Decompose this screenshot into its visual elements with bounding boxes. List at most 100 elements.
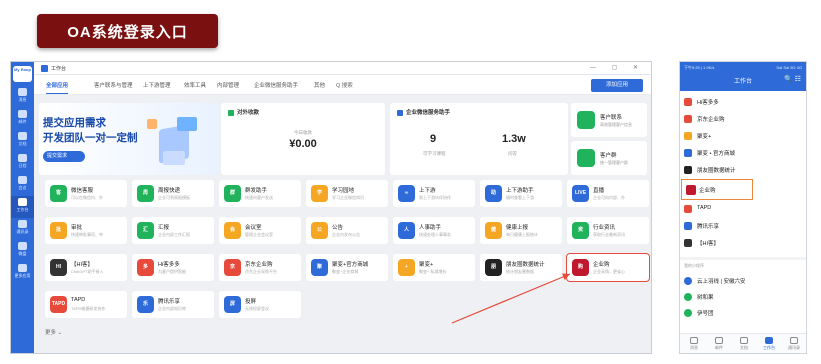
- app-tile[interactable]: ∞ 上下游 和上下游伙伴协作: [393, 180, 475, 207]
- meeting-icon: [18, 176, 27, 184]
- app-icon: HI: [50, 259, 67, 276]
- app-tile[interactable]: 资行业资讯 获取行业最新资讯: [567, 217, 649, 244]
- mobile-nav-2[interactable]: 文档: [732, 337, 756, 351]
- app-tile[interactable]: 多 Hi客多多 为客户提供智能: [132, 254, 214, 281]
- mobile-app-item[interactable]: TAPD: [680, 202, 806, 215]
- rail-label: 日程: [18, 163, 27, 168]
- nav-label: 通讯录: [788, 345, 800, 350]
- app-tile[interactable]: 学学习园地 学习企业微信知识: [306, 180, 388, 207]
- mini-program-item[interactable]: 云上羽线 | 安徽六安: [680, 274, 806, 287]
- tab-1[interactable]: 客户联系与管理: [94, 81, 133, 89]
- app-tile[interactable]: 群群发助手 快速向客户发送: [219, 180, 301, 207]
- wecom-icon: [577, 111, 595, 129]
- app-tile[interactable]: 批审批 快速审批事项、申: [45, 217, 127, 244]
- mobile-nav-1[interactable]: 邮件: [707, 337, 731, 351]
- rail-item-4[interactable]: 会议: [11, 174, 34, 196]
- app-tile[interactable]: 会会议室 管理企业会议室: [219, 217, 301, 244]
- rail-item-2[interactable]: 文档: [11, 130, 34, 152]
- mini-program-item[interactable]: 伊号团: [680, 306, 806, 319]
- app-tile[interactable]: 汇汇报 企业内部工作汇报: [132, 217, 214, 244]
- app-tile[interactable]: 购企业购 企业采购，更省心: [566, 253, 650, 282]
- rail-item-8[interactable]: 更多应用: [11, 262, 34, 284]
- side-app-1[interactable]: 客户群 统一管理客户群: [571, 141, 647, 175]
- side-app-name: 客户联系: [600, 115, 623, 121]
- mobile-app-item[interactable]: 聚变 • 官方商城: [680, 146, 806, 159]
- app-desc: 管理企业会议室: [245, 232, 273, 237]
- mobile-nav-4[interactable]: 通讯录: [782, 337, 806, 351]
- add-app-button[interactable]: 添加应用: [591, 79, 643, 92]
- app-icon: 周: [137, 185, 154, 202]
- mobile-app-item[interactable]: 企业购: [681, 179, 753, 200]
- service-assistant-card[interactable]: 企业微信服务助手 9 可学习课程 1.3w 问答: [390, 103, 568, 175]
- app-tile[interactable]: TAPD TAPD TAPD敏捷研发协作: [45, 291, 127, 318]
- mobile-app-item[interactable]: 腾讯乐享: [680, 219, 806, 232]
- app-name: 审批: [71, 225, 83, 231]
- app-tile[interactable]: 聚聚变+官方商城 聚变+企业商城: [306, 254, 388, 281]
- app-name: 公告: [332, 225, 344, 231]
- tab-2[interactable]: 上下游管理: [143, 81, 171, 89]
- app-tile[interactable]: 周周报快递 企业可到周报模板: [132, 180, 214, 207]
- mobile-app-name: 京东企业购: [697, 117, 725, 123]
- tab-3[interactable]: 效率工具: [184, 81, 206, 89]
- app-tile[interactable]: 公公告 企业内发布公告: [306, 217, 388, 244]
- app-desc: 企业内部知识库: [158, 306, 186, 311]
- rail-item-3[interactable]: 日程: [11, 152, 34, 174]
- app-tile[interactable]: 客微信客服 可以在微信内、外: [45, 180, 127, 207]
- app-tile[interactable]: 助上下游助手 随时查看上下游: [480, 180, 562, 207]
- app-tile[interactable]: 京京东企业购 京东企业采购平台: [219, 254, 301, 281]
- tab-6[interactable]: 其他: [314, 81, 325, 89]
- search-icon[interactable]: 🔍 ☷: [784, 75, 801, 83]
- app-icon: 人: [398, 222, 415, 239]
- service-title: 企业微信服务助手: [406, 110, 451, 116]
- app-icon: 汇: [137, 222, 154, 239]
- window-controls[interactable]: — ▢ ✕: [590, 64, 645, 71]
- submit-request-button[interactable]: 提交需求: [43, 151, 85, 162]
- app-name: 投屏: [245, 299, 257, 305]
- mini-program-item[interactable]: 树和果: [680, 290, 806, 303]
- app-tile[interactable]: 乐腾讯乐享 企业内部知识库: [132, 291, 214, 318]
- app-tile[interactable]: 健健康上报 每日健康上报统计: [480, 217, 562, 244]
- mobile-app-item[interactable]: 京东企业购: [680, 112, 806, 125]
- custom-dev-banner[interactable]: 提交应用需求 开发团队一对一定制 提交需求: [39, 103, 219, 175]
- app-tile[interactable]: LIVE 直播 企业可向内部、外: [567, 180, 649, 207]
- slide-title: OA系统登录入口: [37, 14, 218, 48]
- banner-line2: 开发团队一对一定制: [43, 132, 138, 144]
- mobile-app-item[interactable]: 朋友圈数据统计: [680, 163, 806, 176]
- app-desc: 企业内部工作汇报: [158, 232, 190, 237]
- side-app-0[interactable]: 客户联系 高效管理客户信息: [571, 103, 647, 137]
- app-tile[interactable]: HI 【HI客】 ChatGPT助手接入: [45, 254, 127, 281]
- search-button[interactable]: Q 搜索: [336, 81, 353, 89]
- receipts-title: 对外收款: [237, 110, 260, 116]
- app-icon: 资: [572, 222, 589, 239]
- app-tile[interactable]: + 聚变+ 聚变+ 私域增长: [393, 254, 475, 281]
- tab-4[interactable]: 内部管理: [217, 81, 239, 89]
- tab-5[interactable]: 企业微信服务助手: [254, 81, 298, 89]
- mobile-nav-0[interactable]: 消息: [682, 337, 706, 351]
- mobile-app-item[interactable]: 【HI客】: [680, 236, 806, 249]
- mobile-screen: 下午5:29 | 1.9K/s Sal Sal 5G 4G 工作台 🔍 ☷ Hi…: [679, 61, 807, 354]
- side-app-desc: 高效管理客户信息: [600, 122, 632, 127]
- mobile-app-item[interactable]: 聚变+: [680, 129, 806, 142]
- app-tile[interactable]: 朋朋友圈数据统计 统计朋友圈数据: [480, 254, 562, 281]
- app-desc: ChatGPT助手接入: [71, 269, 104, 274]
- rail-item-6[interactable]: 通讯录: [11, 218, 34, 240]
- app-tile[interactable]: 人人事助手 快速处理人事事务: [393, 217, 475, 244]
- app-desc: 企业采购，更省心: [593, 269, 625, 274]
- mobile-nav-3[interactable]: 工作台: [757, 337, 781, 351]
- rail-label: 文档: [18, 141, 27, 146]
- app-desc: 快速处理人事事务: [419, 232, 451, 237]
- rail-item-7[interactable]: 微盘: [11, 240, 34, 262]
- mobile-app-name: 【HI客】: [697, 241, 720, 247]
- app-tile[interactable]: 屏投屏 无线投屏会议: [219, 291, 301, 318]
- tab-0[interactable]: 全部应用: [46, 81, 69, 94]
- rail-item-1[interactable]: 邮件: [11, 108, 34, 130]
- rail-item-5[interactable]: 工作台: [11, 196, 34, 218]
- more-toggle[interactable]: 更多 ⌄: [45, 328, 62, 336]
- receipts-card[interactable]: 对外收款 今日收款 ¥0.00: [221, 103, 385, 175]
- mobile-app-item[interactable]: Hi客多多: [680, 95, 806, 108]
- apps-icon: [18, 264, 27, 272]
- rail-item-0[interactable]: 消息: [11, 86, 34, 108]
- nav-icon: [790, 337, 798, 344]
- status-bar-left: 下午5:29 | 1.9K/s: [684, 65, 715, 70]
- mobile-header: 下午5:29 | 1.9K/s Sal Sal 5G 4G 工作台 🔍 ☷: [680, 62, 806, 91]
